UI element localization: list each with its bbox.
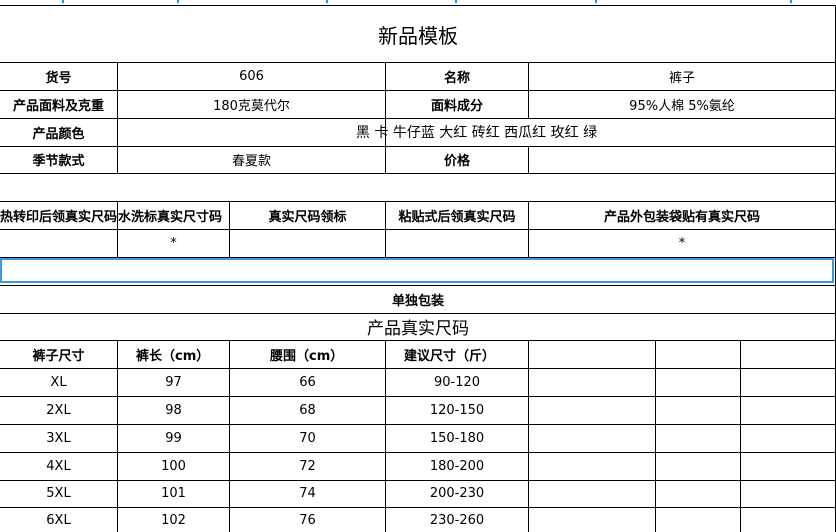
label-header: 产品外包装袋贴有真实尺码	[603, 209, 760, 225]
label-mark[interactable]: *	[529, 229, 835, 257]
size-section-title: 产品真实尺码	[367, 319, 469, 339]
size-cell[interactable]: 70	[230, 424, 385, 452]
color-label: 产品颜色	[32, 126, 85, 142]
size-cell[interactable]: 98	[118, 396, 229, 424]
size-cell[interactable]: 90-120	[386, 368, 528, 396]
size-cell[interactable]: 102	[118, 508, 229, 532]
cut-marker	[595, 0, 597, 3]
size-cell[interactable]: 101	[118, 480, 229, 507]
name-label: 名称	[443, 70, 470, 86]
size-cell[interactable]: 6XL	[0, 508, 117, 532]
size-cell[interactable]: 230-260	[386, 508, 528, 532]
size-cell[interactable]: 120-150	[386, 396, 528, 424]
season-value[interactable]: 春夏款	[118, 146, 385, 173]
label-mark[interactable]	[230, 229, 385, 257]
size-cell[interactable]: 76	[230, 508, 385, 532]
size-cell[interactable]: 100	[118, 452, 229, 480]
size-col-header: 裤子尺寸	[32, 348, 85, 364]
label-header: 热转印后领真实尺码	[0, 209, 117, 225]
size-cell[interactable]: 66	[230, 368, 385, 396]
size-cell[interactable]: 180-200	[386, 452, 528, 480]
size-cell[interactable]: 200-230	[386, 480, 528, 507]
composition-value[interactable]: 95%人棉 5%氨纶	[529, 90, 835, 118]
selected-cell-range[interactable]	[0, 258, 834, 283]
size-col-header: 腰围（cm）	[270, 348, 344, 364]
spreadsheet: 新品模板 货号 606 名称 裤子 产品面料及克重 180克莫代尔 面料成分 9…	[0, 0, 836, 532]
price-value[interactable]	[529, 146, 835, 173]
page-title: 新品模板	[378, 23, 458, 48]
item-no-label: 货号	[45, 70, 72, 86]
label-mark[interactable]	[0, 229, 117, 257]
packaging-text: 单独包装	[391, 293, 444, 309]
size-cell[interactable]: 99	[118, 424, 229, 452]
size-cell[interactable]: 68	[230, 396, 385, 424]
size-cell[interactable]: 150-180	[386, 424, 528, 452]
label-header: 水洗标真实尺寸码	[118, 209, 223, 225]
name-value[interactable]: 裤子	[529, 62, 835, 90]
size-col-header: 裤长（cm）	[136, 348, 210, 364]
label-mark[interactable]	[386, 229, 528, 257]
label-header: 真实尺码领标	[268, 209, 347, 225]
item-no-value[interactable]: 606	[118, 62, 385, 90]
size-cell[interactable]: 2XL	[0, 396, 117, 424]
size-cell[interactable]: 4XL	[0, 452, 117, 480]
cut-marker	[62, 0, 64, 3]
size-col-header: 建议尺寸（斤）	[404, 348, 496, 364]
cut-marker	[177, 0, 179, 3]
composition-label: 面料成分	[430, 98, 483, 114]
size-cell[interactable]: XL	[0, 368, 117, 396]
fabric-value[interactable]: 180克莫代尔	[118, 90, 385, 118]
cut-marker	[790, 0, 792, 3]
size-cell[interactable]: 72	[230, 452, 385, 480]
cut-marker	[455, 0, 457, 3]
size-cell[interactable]: 5XL	[0, 480, 117, 507]
cut-marker	[326, 0, 328, 3]
season-label: 季节款式	[32, 154, 85, 169]
size-cell[interactable]: 97	[118, 368, 229, 396]
size-cell[interactable]: 3XL	[0, 424, 117, 452]
size-cell[interactable]: 74	[230, 480, 385, 507]
fabric-label: 产品面料及克重	[12, 98, 104, 114]
label-header: 粘贴式后领真实尺码	[398, 209, 516, 225]
color-value[interactable]: 黑 卡 牛仔蓝 大红 砖红 西瓜红 玫红 绿	[118, 118, 835, 146]
label-mark[interactable]: *	[118, 229, 229, 257]
price-label: 价格	[443, 154, 470, 169]
